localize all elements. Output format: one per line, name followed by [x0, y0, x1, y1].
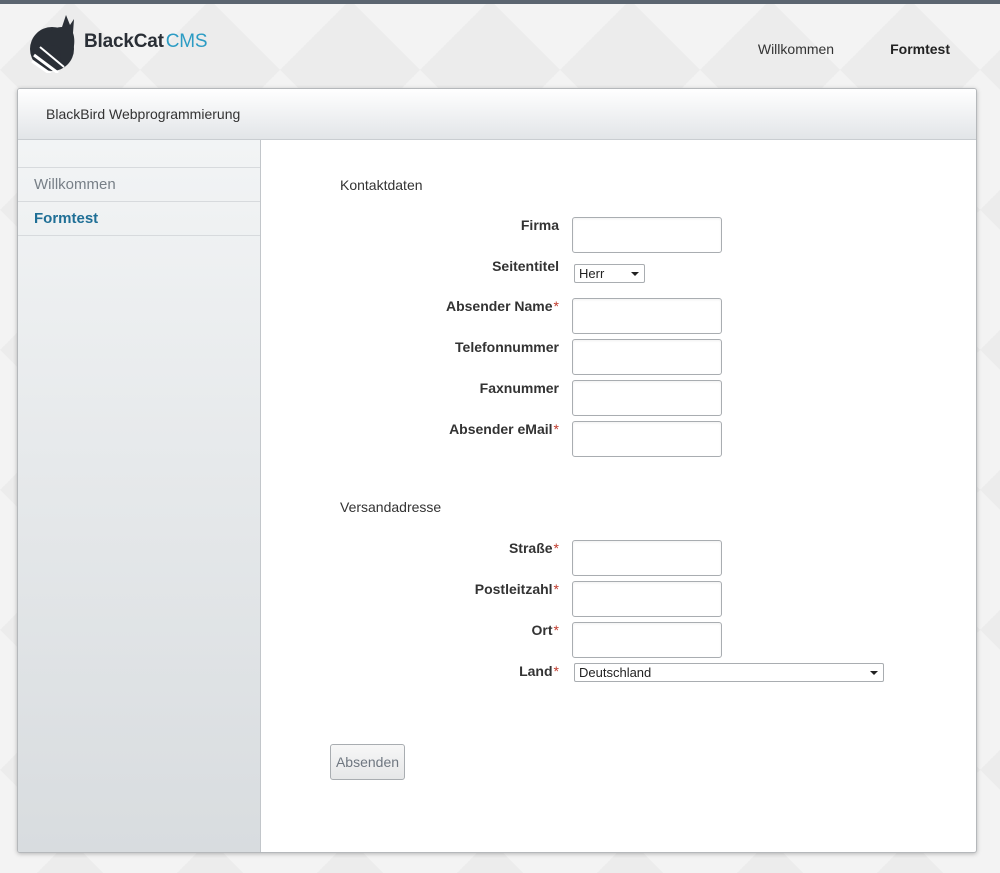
seitentitel-selected-value: Herr: [579, 266, 605, 281]
land-select[interactable]: Deutschland: [574, 663, 884, 682]
top-accent-bar: [0, 0, 1000, 4]
seitentitel-label: Seitentitel: [492, 258, 559, 274]
logo-suffix: CMS: [165, 31, 208, 52]
email-label: Absender eMail*: [449, 421, 559, 437]
plz-label: Postleitzahl*: [474, 581, 559, 597]
ort-input[interactable]: [572, 622, 722, 658]
required-marker: *: [553, 298, 559, 314]
absender-name-input[interactable]: [572, 298, 722, 334]
sidebar-spacer: [18, 140, 260, 168]
topnav-item-formtest[interactable]: Formtest: [890, 41, 950, 57]
firma-input[interactable]: [572, 217, 722, 253]
main-panel: BlackBird Webprogrammierung Willkommen F…: [17, 88, 977, 853]
absender-name-row: Absender Name*: [262, 298, 976, 334]
logo-wordmark: BlackCat CMS: [84, 31, 208, 53]
land-selected-value: Deutschland: [579, 665, 652, 680]
logo-brand: BlackCat: [84, 31, 164, 52]
topnav-item-willkommen[interactable]: Willkommen: [758, 41, 834, 57]
site-title: BlackBird Webprogrammierung: [46, 106, 241, 122]
fax-label: Faxnummer: [479, 380, 559, 396]
telefon-row: Telefonnummer: [262, 339, 976, 375]
firma-label: Firma: [520, 217, 559, 233]
required-marker: *: [553, 622, 559, 638]
required-marker: *: [553, 421, 559, 437]
email-row: Absender eMail*: [262, 421, 976, 457]
panel-header: BlackBird Webprogrammierung: [18, 89, 976, 140]
fax-input[interactable]: [572, 380, 722, 416]
sidebar-item-formtest[interactable]: Formtest: [18, 202, 260, 236]
ort-row: Ort*: [262, 622, 976, 658]
seitentitel-row: Seitentitel Herr: [262, 258, 976, 294]
form-content: Kontaktdaten Firma Seitentitel Herr Abse…: [262, 140, 976, 852]
sidebar-item-willkommen[interactable]: Willkommen: [18, 168, 260, 202]
required-marker: *: [553, 540, 559, 556]
shipping-section-title: Versandadresse: [340, 499, 442, 515]
seitentitel-select[interactable]: Herr: [574, 264, 645, 283]
chevron-down-icon: [631, 272, 639, 276]
strasse-row: Straße*: [262, 540, 976, 576]
contact-section-title: Kontaktdaten: [340, 177, 423, 193]
land-label: Land*: [519, 663, 559, 679]
chevron-down-icon: [870, 671, 878, 675]
plz-input[interactable]: [572, 581, 722, 617]
strasse-label: Straße*: [508, 540, 559, 556]
required-marker: *: [553, 581, 559, 597]
ort-label: Ort*: [531, 622, 559, 638]
strasse-input[interactable]: [572, 540, 722, 576]
telefon-label: Telefonnummer: [455, 339, 559, 355]
fax-row: Faxnummer: [262, 380, 976, 416]
top-navigation: Willkommen Formtest: [758, 41, 950, 57]
plz-row: Postleitzahl*: [262, 581, 976, 617]
required-marker: *: [553, 663, 559, 679]
email-input[interactable]: [572, 421, 722, 457]
submit-button[interactable]: Absenden: [330, 744, 405, 780]
sidebar: Willkommen Formtest: [18, 140, 261, 852]
land-row: Land* Deutschland: [262, 663, 976, 699]
logo[interactable]: BlackCat CMS: [28, 10, 208, 74]
firma-row: Firma: [262, 217, 976, 253]
telefon-input[interactable]: [572, 339, 722, 375]
absender-name-label: Absender Name*: [445, 298, 559, 314]
blackcat-logo-icon: [30, 15, 75, 73]
